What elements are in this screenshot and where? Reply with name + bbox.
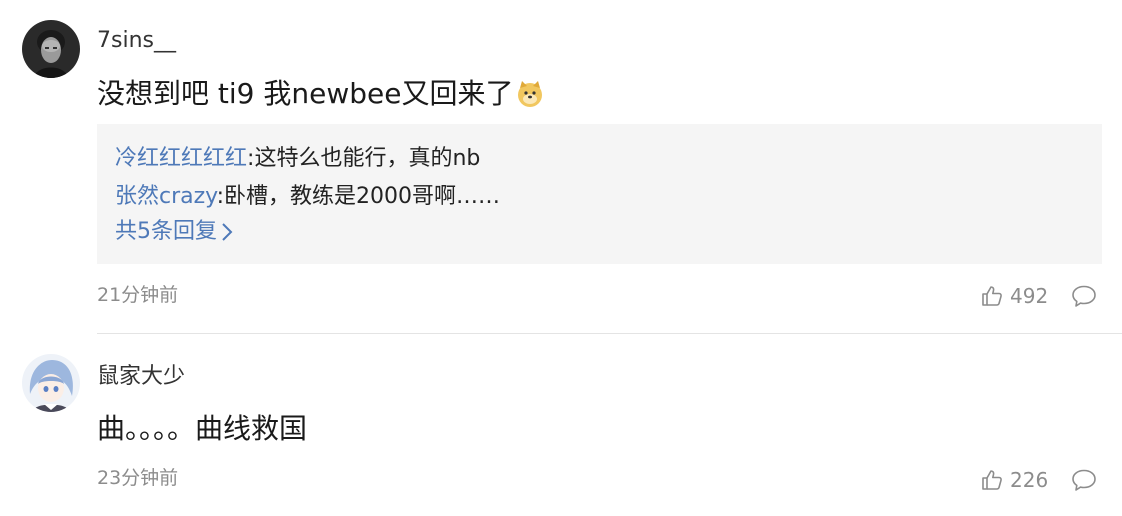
comment-text: 曲。。。。曲线救国 (97, 412, 308, 445)
speech-bubble-icon[interactable] (1071, 284, 1097, 308)
comment-item: 7sins__ 没想到吧 ti9 我newbee又回来了 冷红红红红红:这特么也… (0, 0, 1122, 333)
comment-text: 没想到吧 ti9 我newbee又回来了 (97, 77, 514, 110)
like-count: 492 (1010, 284, 1049, 308)
chevron-right-icon (222, 223, 233, 241)
reply-text: 卧槽，教练是2000哥啊…… (224, 184, 501, 209)
avatar[interactable] (22, 20, 80, 78)
avatar[interactable] (22, 354, 80, 412)
more-replies-label: 共5条回复 (115, 219, 217, 244)
comment-text-row: 没想到吧 ti9 我newbee又回来了 (97, 77, 545, 111)
thumbs-up-icon (982, 470, 1002, 490)
reply-preview-box[interactable]: 冷红红红红红:这特么也能行，真的nb 张然crazy:卧槽，教练是2000哥啊…… (97, 124, 1102, 264)
reply-separator: : (216, 184, 225, 209)
like-count: 226 (1010, 468, 1049, 492)
like-button[interactable]: 492 (980, 284, 1048, 308)
speech-bubble-icon[interactable] (1071, 468, 1097, 492)
reply-author[interactable]: 张然crazy (115, 184, 217, 209)
comment-time: 23分钟前 (97, 467, 179, 489)
comment-time: 21分钟前 (97, 284, 179, 306)
reply-item: 冷红红红红红:这特么也能行，真的nb (115, 148, 480, 170)
reply-item: 张然crazy:卧槽，教练是2000哥啊…… (115, 186, 500, 208)
reply-text: 这特么也能行，真的nb (254, 146, 481, 171)
username[interactable]: 鼠家大少 (97, 366, 185, 388)
avatar-anime-icon (22, 354, 80, 412)
reply-author[interactable]: 冷红红红红红 (115, 146, 247, 171)
more-replies-link[interactable]: 共5条回复 (115, 220, 233, 244)
doge-emoji-icon (518, 81, 543, 107)
like-button[interactable]: 226 (980, 468, 1048, 492)
thumbs-up-icon (982, 286, 1002, 306)
username[interactable]: 7sins__ (97, 30, 176, 52)
comment-text-row: 曲。。。。曲线救国 (97, 412, 307, 446)
avatar-portrait-icon (22, 20, 80, 78)
comment-item: 鼠家大少 曲。。。。曲线救国 23分钟前 226 (0, 334, 1122, 516)
